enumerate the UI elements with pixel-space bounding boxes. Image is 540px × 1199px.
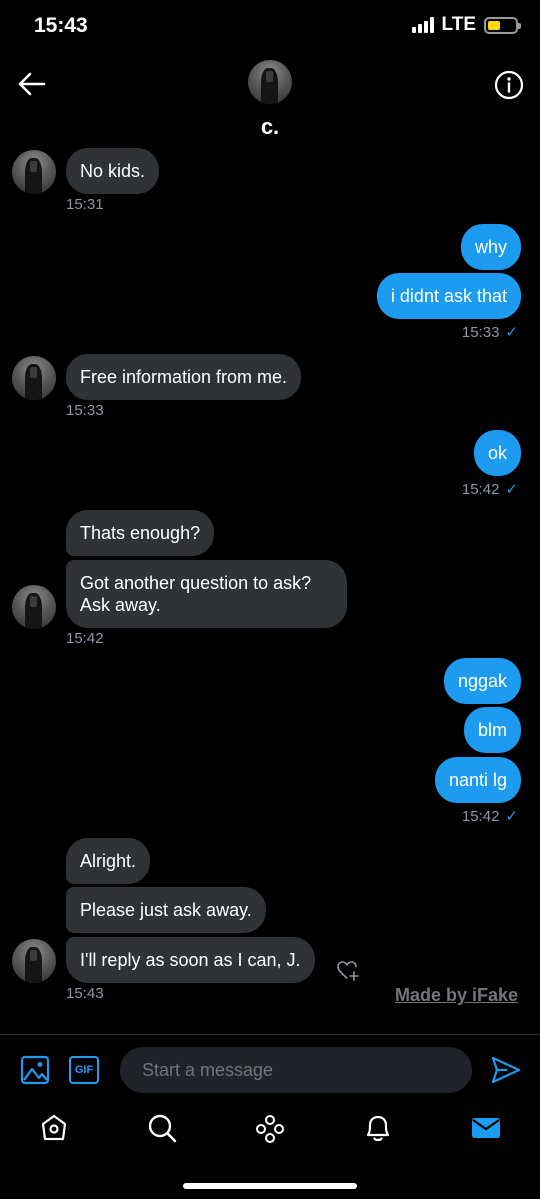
message-timestamp: 15:31 [66,196,104,213]
back-arrow-icon[interactable] [16,68,48,100]
message-bubble-outgoing[interactable]: ok [473,430,521,476]
message-timestamp: 15:42 ✓ [461,807,518,826]
message-timestamp: 15:42 ✓ [461,480,518,499]
status-time: 15:43 [34,14,88,37]
message-bubble-outgoing[interactable]: why [460,224,521,270]
heart-add-icon[interactable] [336,958,360,982]
message-bubble-outgoing[interactable]: nanti lg [434,757,521,803]
message-input[interactable]: Start a message [120,1047,472,1093]
signal-icon [411,17,434,33]
image-icon[interactable] [20,1055,50,1085]
message-bubble-incoming[interactable]: Please just ask away. [66,887,266,933]
network-label: LTE [441,14,476,35]
spaces-icon[interactable] [254,1112,286,1144]
battery-icon [484,16,521,34]
watermark-link[interactable]: Made by iFake [395,985,518,1006]
gif-icon[interactable]: GIF [69,1056,99,1084]
message-line: Got another question to ask? [80,573,312,593]
timestamp-text: 15:42 [461,480,500,498]
sent-check-icon: ✓ [505,481,518,498]
info-icon[interactable] [494,70,524,100]
message-bubble-incoming[interactable]: Alright. [66,838,151,884]
home-indicator [183,1183,357,1189]
message-timestamp: 15:33 ✓ [461,323,518,342]
message-bubble-outgoing[interactable]: i didnt ask that [376,273,521,319]
status-indicators: LTE [411,14,521,36]
timestamp-text: 15:42 [461,807,500,825]
header-avatar[interactable] [248,60,292,104]
message-timestamp: 15:33 [66,402,104,419]
message-bubble-incoming[interactable]: I'll reply as soon as I can, J. [66,937,315,983]
conversation-name[interactable]: c. [0,114,540,140]
avatar[interactable] [12,585,56,629]
mail-icon[interactable] [470,1112,502,1144]
message-bubble-outgoing[interactable]: blm [463,707,521,753]
divider [0,1034,540,1035]
send-icon[interactable] [490,1055,522,1085]
avatar[interactable] [12,356,56,400]
message-timestamp: 15:42 [66,630,104,647]
message-bubble-incoming[interactable]: Free information from me. [66,354,302,400]
message-bubble-incoming[interactable]: Got another question to ask? Ask away. [66,560,347,628]
timestamp-text: 15:33 [461,323,500,341]
search-icon[interactable] [146,1112,178,1144]
message-line: Ask away. [80,595,161,615]
message-bubble-incoming[interactable]: No kids. [66,148,160,194]
sent-check-icon: ✓ [505,808,518,825]
message-bubble-outgoing[interactable]: nggak [443,658,521,704]
sent-check-icon: ✓ [505,324,518,341]
home-icon[interactable] [38,1112,70,1144]
avatar[interactable] [12,150,56,194]
bell-icon[interactable] [362,1112,394,1144]
avatar[interactable] [12,939,56,983]
message-timestamp: 15:43 [66,985,104,1002]
message-bubble-incoming[interactable]: Thats enough? [66,510,215,556]
